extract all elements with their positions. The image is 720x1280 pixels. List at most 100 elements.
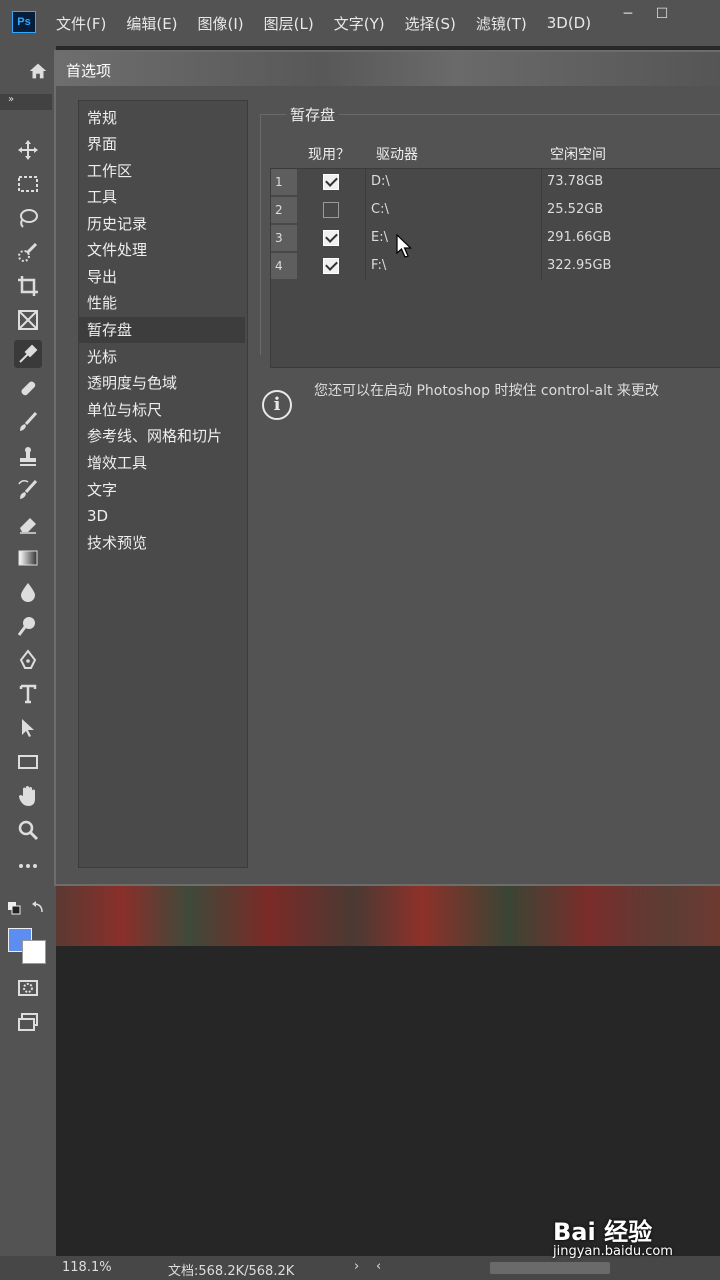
nav-item-guides-grid[interactable]: 参考线、网格和切片 [79, 423, 245, 449]
free-space-cell: 322.95GB [547, 258, 612, 273]
dodge-tool-icon[interactable] [14, 612, 42, 640]
marquee-tool-icon[interactable] [14, 170, 42, 198]
healing-brush-tool-icon[interactable] [14, 374, 42, 402]
photoshop-logo: Ps [12, 11, 36, 33]
document-size[interactable]: 文档:568.2K/568.2K [168, 1260, 294, 1279]
free-space-cell: 73.78GB [547, 174, 604, 189]
zoom-tool-icon[interactable] [14, 816, 42, 844]
active-checkbox[interactable] [323, 230, 339, 246]
move-tool-icon[interactable] [14, 136, 42, 164]
nav-item-type[interactable]: 文字 [79, 477, 245, 503]
menu-bar: Ps 文件(F) 编辑(E) 图像(I) 图层(L) 文字(Y) 选择(S) 滤… [0, 0, 720, 46]
menu-type[interactable]: 文字(Y) [334, 13, 385, 34]
column-header-free-space: 空闲空间 [550, 147, 606, 163]
nav-item-export[interactable]: 导出 [79, 264, 245, 290]
quick-selection-tool-icon[interactable] [14, 238, 42, 266]
status-bar: 118.1% 文档:568.2K/568.2K › ‹ [0, 1256, 720, 1280]
info-text: 您还可以在启动 Photoshop 时按住 control-alt 来更改 [314, 383, 659, 399]
menu-filter[interactable]: 滤镜(T) [476, 13, 527, 34]
document-image [56, 880, 720, 946]
more-tools-icon[interactable] [14, 852, 42, 880]
nav-item-interface[interactable]: 界面 [79, 131, 245, 157]
row-number: 1 [271, 169, 297, 195]
row-number: 3 [271, 225, 297, 251]
horizontal-scrollbar[interactable] [490, 1262, 610, 1274]
collapse-toolbar-button[interactable]: » [0, 94, 52, 110]
preferences-nav: 常规 界面 工作区 工具 历史记录 文件处理 导出 性能 暂存盘 光标 透明度与… [78, 100, 248, 868]
gradient-tool-icon[interactable] [14, 544, 42, 572]
drive-cell: F:\ [371, 258, 387, 273]
section-title: 暂存盘 [286, 104, 340, 125]
row-number: 4 [271, 253, 297, 279]
active-checkbox[interactable] [323, 174, 339, 190]
dialog-title-bar[interactable]: 首选项 [56, 52, 720, 86]
drive-cell: C:\ [371, 202, 389, 217]
menu-file[interactable]: 文件(F) [56, 13, 106, 34]
table-row[interactable]: 1 D:\ 73.78GB [271, 169, 720, 197]
clone-stamp-tool-icon[interactable] [14, 442, 42, 470]
eyedropper-tool-icon[interactable] [14, 340, 42, 368]
screen-mode-icon[interactable] [14, 1008, 42, 1036]
eraser-tool-icon[interactable] [14, 510, 42, 538]
quick-mask-icon[interactable] [14, 974, 42, 1002]
brush-tool-icon[interactable] [14, 408, 42, 436]
column-header-drive: 驱动器 [376, 147, 418, 163]
nav-item-workspace[interactable]: 工作区 [79, 158, 245, 184]
maximize-button[interactable]: ☐ [648, 6, 676, 26]
pen-tool-icon[interactable] [14, 646, 42, 674]
scroll-left-arrow[interactable]: ‹ [376, 1259, 381, 1274]
nav-item-file-handling[interactable]: 文件处理 [79, 237, 245, 263]
nav-item-tech-previews[interactable]: 技术预览 [79, 530, 245, 556]
menu-image[interactable]: 图像(I) [198, 13, 244, 34]
canvas-background [56, 946, 720, 1256]
nav-item-history[interactable]: 历史记录 [79, 211, 245, 237]
nav-item-units-rulers[interactable]: 单位与标尺 [79, 397, 245, 423]
crop-tool-icon[interactable] [14, 272, 42, 300]
rectangle-tool-icon[interactable] [14, 748, 42, 776]
hand-tool-icon[interactable] [14, 782, 42, 810]
menu-3d[interactable]: 3D(D) [547, 14, 591, 32]
active-checkbox[interactable] [323, 202, 339, 218]
background-color-swatch[interactable] [22, 940, 46, 964]
table-row[interactable]: 4 F:\ 322.95GB [271, 253, 720, 281]
nav-item-scratch-disks[interactable]: 暂存盘 [79, 317, 245, 343]
history-brush-tool-icon[interactable] [14, 476, 42, 504]
minimize-button[interactable]: ─ [614, 6, 642, 26]
dialog-title: 首选项 [66, 62, 112, 80]
preferences-dialog: 首选项 常规 界面 工作区 工具 历史记录 文件处理 导出 性能 暂存盘 光标 … [54, 50, 720, 886]
table-row[interactable]: 2 C:\ 25.52GB [271, 197, 720, 225]
menu-items: 文件(F) 编辑(E) 图像(I) 图层(L) 文字(Y) 选择(S) 滤镜(T… [56, 0, 611, 46]
status-menu-arrow[interactable]: › [354, 1259, 359, 1274]
lasso-tool-icon[interactable] [14, 204, 42, 232]
watermark-url: jingyan.baidu.com [553, 1244, 673, 1259]
default-colors-icon[interactable] [6, 900, 46, 918]
path-selection-tool-icon[interactable] [14, 714, 42, 742]
nav-item-cursors[interactable]: 光标 [79, 344, 245, 370]
mouse-cursor-icon [396, 233, 414, 264]
scratch-disks-table: 1 D:\ 73.78GB 2 C:\ 25.52GB 3 E:\ 291.66… [270, 168, 720, 368]
menu-edit[interactable]: 编辑(E) [126, 13, 177, 34]
home-icon[interactable] [26, 60, 50, 82]
nav-item-transparency[interactable]: 透明度与色域 [79, 370, 245, 396]
menu-layer[interactable]: 图层(L) [264, 13, 314, 34]
nav-item-performance[interactable]: 性能 [79, 290, 245, 316]
row-number: 2 [271, 197, 297, 223]
nav-item-plugins[interactable]: 增效工具 [79, 450, 245, 476]
menu-select[interactable]: 选择(S) [405, 13, 456, 34]
column-header-active: 现用？ [308, 147, 350, 163]
nav-item-3d[interactable]: 3D [79, 503, 245, 529]
type-tool-icon[interactable] [14, 680, 42, 708]
frame-tool-icon[interactable] [14, 306, 42, 334]
table-row[interactable]: 3 E:\ 291.66GB [271, 225, 720, 253]
drive-cell: D:\ [371, 174, 390, 189]
free-space-cell: 25.52GB [547, 202, 604, 217]
tools-panel: » [0, 46, 56, 1256]
drive-cell: E:\ [371, 230, 388, 245]
blur-tool-icon[interactable] [14, 578, 42, 606]
scratch-disks-panel: 暂存盘 现用？ 驱动器 空闲空间 1 D:\ 73.78GB 2 C:\ 25.… [256, 96, 720, 886]
nav-item-general[interactable]: 常规 [79, 105, 245, 131]
zoom-level[interactable]: 118.1% [62, 1260, 112, 1275]
info-icon: i [262, 390, 292, 420]
nav-item-tools[interactable]: 工具 [79, 184, 245, 210]
active-checkbox[interactable] [323, 258, 339, 274]
